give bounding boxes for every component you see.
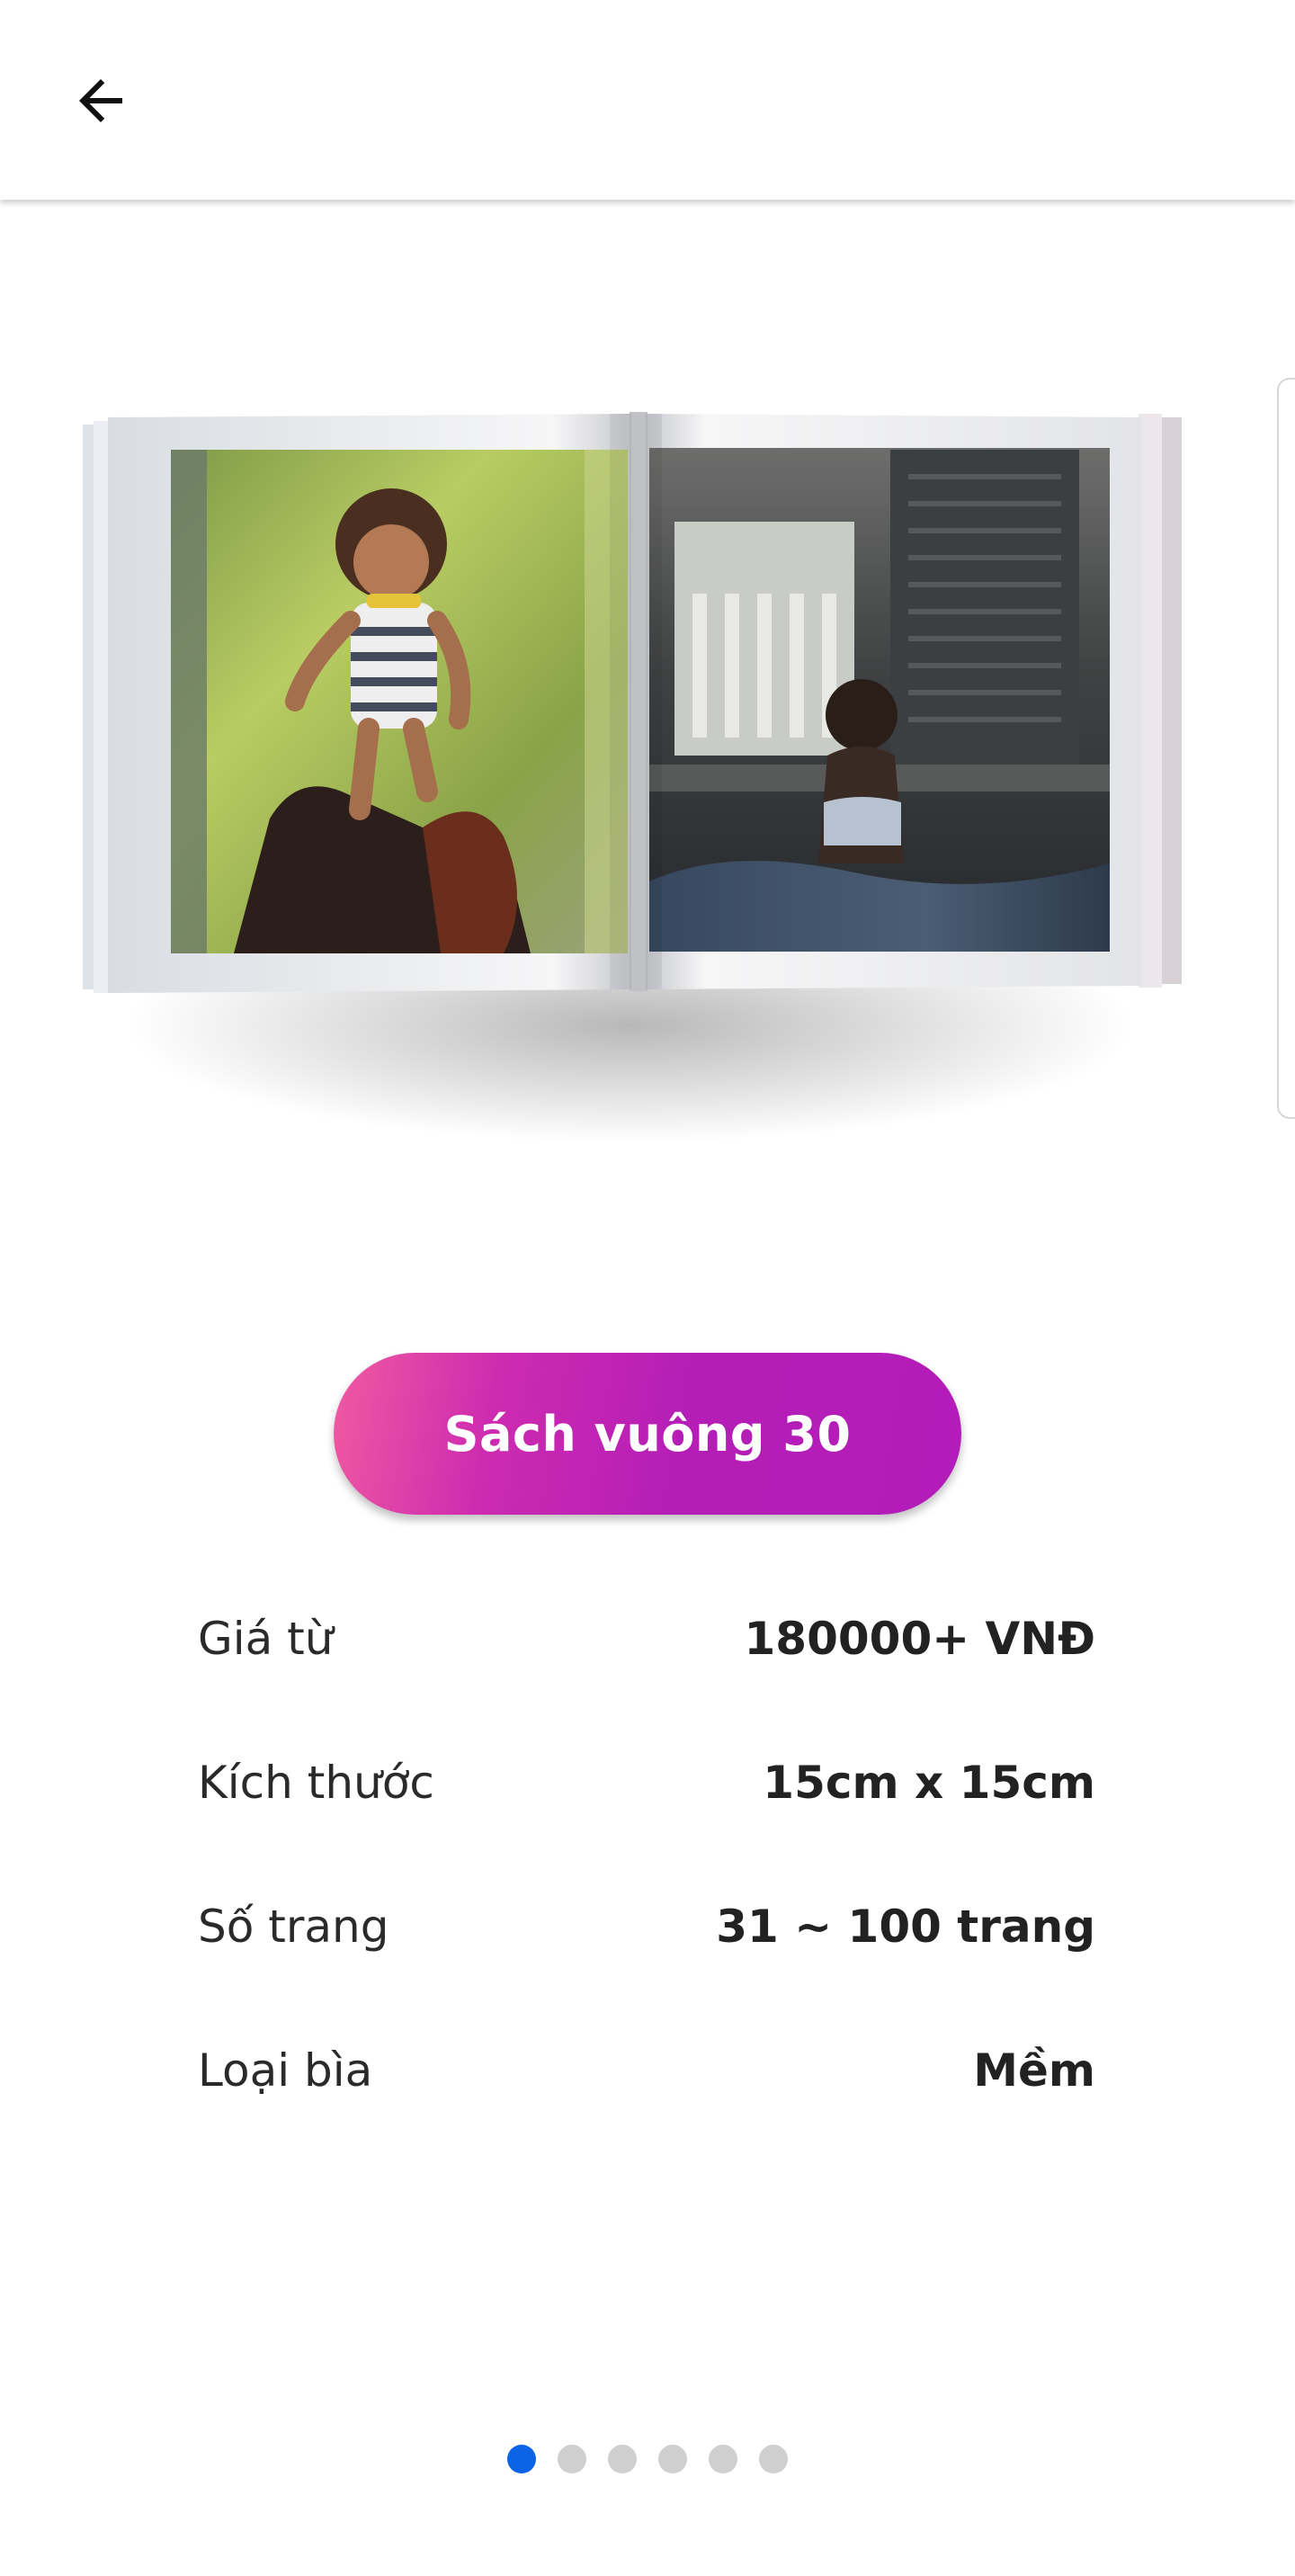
next-card-peek[interactable] <box>1277 378 1295 1119</box>
detail-label: Loại bìa <box>198 2044 373 2097</box>
pagination-dot[interactable] <box>709 2445 737 2473</box>
product-image-carousel[interactable] <box>0 200 1295 1288</box>
pagination-dot-active[interactable] <box>507 2445 536 2473</box>
pagination-dot[interactable] <box>658 2445 687 2473</box>
app-bar <box>0 0 1295 200</box>
pagination-dot[interactable] <box>759 2445 788 2473</box>
detail-row-size: Kích thước 15cm x 15cm <box>198 1711 1095 1855</box>
photo-book-image <box>81 396 1214 1205</box>
detail-row-cover: Loại bìa Mềm <box>198 1999 1095 2142</box>
pagination-dot[interactable] <box>608 2445 637 2473</box>
pagination-dots <box>0 2445 1295 2477</box>
detail-label: Số trang <box>198 1901 389 1953</box>
detail-label: Giá từ <box>198 1613 334 1665</box>
pagination-dot[interactable] <box>558 2445 586 2473</box>
detail-value: Mềm <box>973 2044 1095 2097</box>
detail-label: Kích thước <box>198 1757 434 1809</box>
detail-value: 15cm x 15cm <box>763 1757 1095 1809</box>
product-title-button[interactable]: Sách vuông 30 <box>334 1353 961 1515</box>
detail-row-pages: Số trang 31 ~ 100 trang <box>198 1855 1095 1999</box>
arrow-left-icon <box>79 79 122 122</box>
detail-value: 180000+ VNĐ <box>744 1613 1095 1665</box>
back-button[interactable] <box>47 47 155 155</box>
detail-row-price: Giá từ 180000+ VNĐ <box>198 1567 1095 1711</box>
detail-value: 31 ~ 100 trang <box>716 1901 1095 1953</box>
product-details-list: Giá từ 180000+ VNĐ Kích thước 15cm x 15c… <box>198 1567 1095 2142</box>
